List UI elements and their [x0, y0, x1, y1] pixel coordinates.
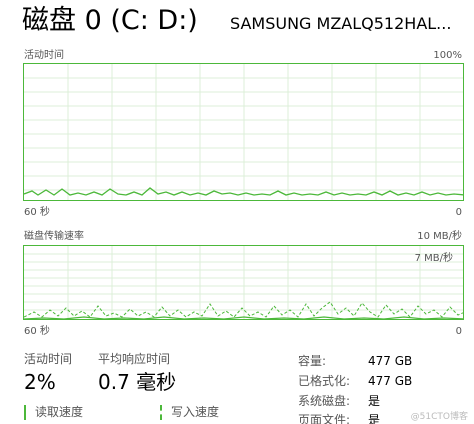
activity-graph-max: 100% [433, 50, 462, 61]
response-time-label: 平均响应时间 [98, 352, 171, 366]
page-file-key: 页面文件: [298, 413, 351, 424]
capacity-value: 477 GB [368, 354, 413, 368]
system-disk-key: 系统磁盘: [298, 394, 351, 408]
response-time-value: 0.7 毫秒 [98, 370, 177, 394]
transfer-graph-label: 磁盘传输速率 [24, 231, 84, 242]
transfer-graph-max: 10 MB/秒 [417, 231, 462, 242]
read-speed-label: 读取速度 [24, 405, 83, 420]
activity-graph-svg [24, 64, 463, 200]
transfer-graph-svg [24, 246, 463, 319]
transfer-grid [24, 246, 463, 319]
page-file-value: 是 [368, 413, 381, 424]
activity-graph-zero: 0 [455, 207, 462, 218]
transfer-graph-time: 60 秒 [24, 326, 50, 337]
write-speed-label: 写入速度 [160, 405, 219, 420]
transfer-graph-zero: 0 [455, 326, 462, 337]
transfer-graph: 7 MB/秒 [23, 245, 464, 320]
active-time-value: 2% [24, 370, 56, 394]
disk-model: SAMSUNG MZALQ512HAL... [230, 14, 452, 33]
system-disk-value: 是 [368, 394, 381, 408]
formatted-value: 477 GB [368, 374, 413, 388]
active-time-label: 活动时间 [24, 352, 73, 366]
transfer-inner-scale: 7 MB/秒 [414, 253, 453, 264]
activity-graph [23, 63, 464, 201]
watermark: @51CTO博客 [410, 412, 468, 422]
activity-graph-label: 活动时间 [24, 50, 64, 61]
disk-title: 磁盘 0 (C: D:) [22, 5, 198, 36]
activity-graph-time: 60 秒 [24, 207, 50, 218]
activity-grid [24, 64, 463, 200]
capacity-key: 容量: [298, 354, 327, 368]
formatted-key: 已格式化: [298, 374, 351, 388]
